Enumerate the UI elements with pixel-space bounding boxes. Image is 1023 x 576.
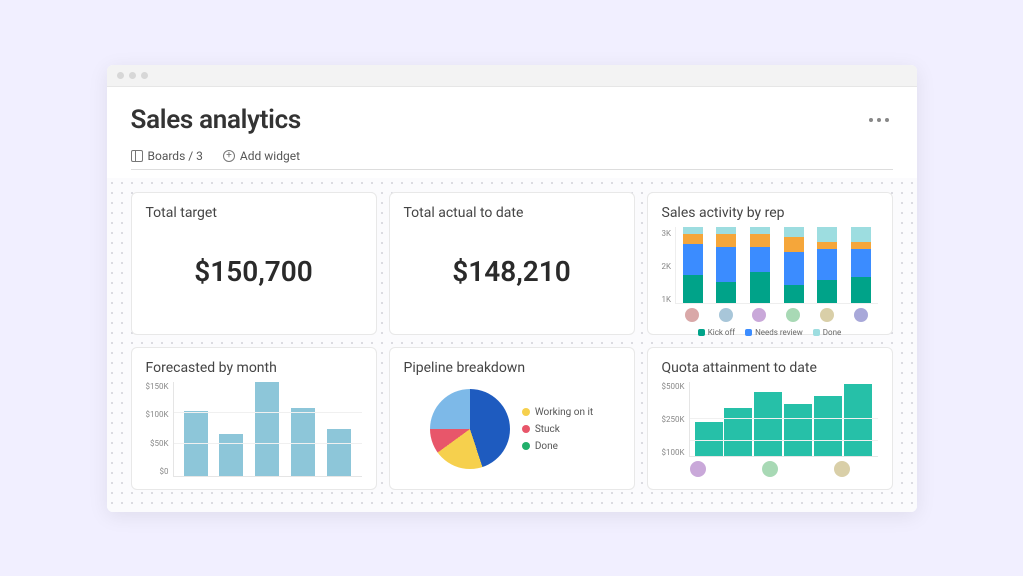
- window-titlebar: [107, 65, 917, 87]
- forecast-chart: $150K$100K$50K$0: [146, 382, 362, 477]
- plus-circle-icon: +: [223, 150, 235, 162]
- card-total-actual[interactable]: Total actual to date $148,210: [389, 192, 635, 335]
- pipeline-chart: Working on it Stuck Done: [404, 382, 620, 477]
- boards-button[interactable]: Boards / 3: [131, 149, 203, 163]
- legend-working: Working on it: [535, 407, 593, 418]
- card-total-target[interactable]: Total target $150,700: [131, 192, 377, 335]
- toolbar: Boards / 3 + Add widget: [131, 149, 893, 170]
- page-title: Sales analytics: [131, 105, 301, 135]
- card-sales-activity[interactable]: Sales activity by rep 3K2K1K Kick off Ne…: [647, 192, 893, 335]
- card-forecast[interactable]: Forecasted by month $150K$100K$50K$0: [131, 347, 377, 490]
- card-title: Pipeline breakdown: [404, 360, 620, 376]
- add-widget-label: Add widget: [240, 149, 300, 163]
- pie-graphic: [430, 389, 510, 469]
- boards-label: Boards / 3: [148, 149, 203, 163]
- quota-chart: $500K$250K$100K: [662, 382, 878, 477]
- more-menu-button[interactable]: [865, 114, 893, 126]
- traffic-light-dot: [141, 72, 148, 79]
- legend-needs-review: Needs review: [755, 328, 803, 337]
- card-title: Sales activity by rep: [662, 205, 878, 221]
- pipeline-legend: Working on it Stuck Done: [522, 407, 593, 452]
- card-pipeline[interactable]: Pipeline breakdown Working on it Stuck D…: [389, 347, 635, 490]
- app-window: Sales analytics Boards / 3 + Add widget …: [107, 65, 917, 512]
- card-title: Total target: [146, 205, 362, 221]
- activity-legend: Kick off Needs review Done: [662, 328, 878, 337]
- legend-done: Done: [535, 441, 558, 452]
- legend-kickoff: Kick off: [708, 328, 735, 337]
- card-title: Total actual to date: [404, 205, 620, 221]
- traffic-light-dot: [129, 72, 136, 79]
- card-quota[interactable]: Quota attainment to date $500K$250K$100K: [647, 347, 893, 490]
- boards-icon: [131, 150, 143, 162]
- total-target-value: $150,700: [146, 221, 362, 322]
- traffic-light-dot: [117, 72, 124, 79]
- legend-stuck: Stuck: [535, 424, 560, 435]
- add-widget-button[interactable]: + Add widget: [223, 149, 300, 163]
- card-title: Quota attainment to date: [662, 360, 878, 376]
- card-title: Forecasted by month: [146, 360, 362, 376]
- total-actual-value: $148,210: [404, 221, 620, 322]
- legend-done: Done: [823, 328, 841, 337]
- page-header: Sales analytics Boards / 3 + Add widget: [107, 87, 917, 178]
- sales-activity-chart: 3K2K1K Kick off Needs review Done: [662, 227, 878, 322]
- dashboard-content: Total target $150,700 Total actual to da…: [107, 178, 917, 512]
